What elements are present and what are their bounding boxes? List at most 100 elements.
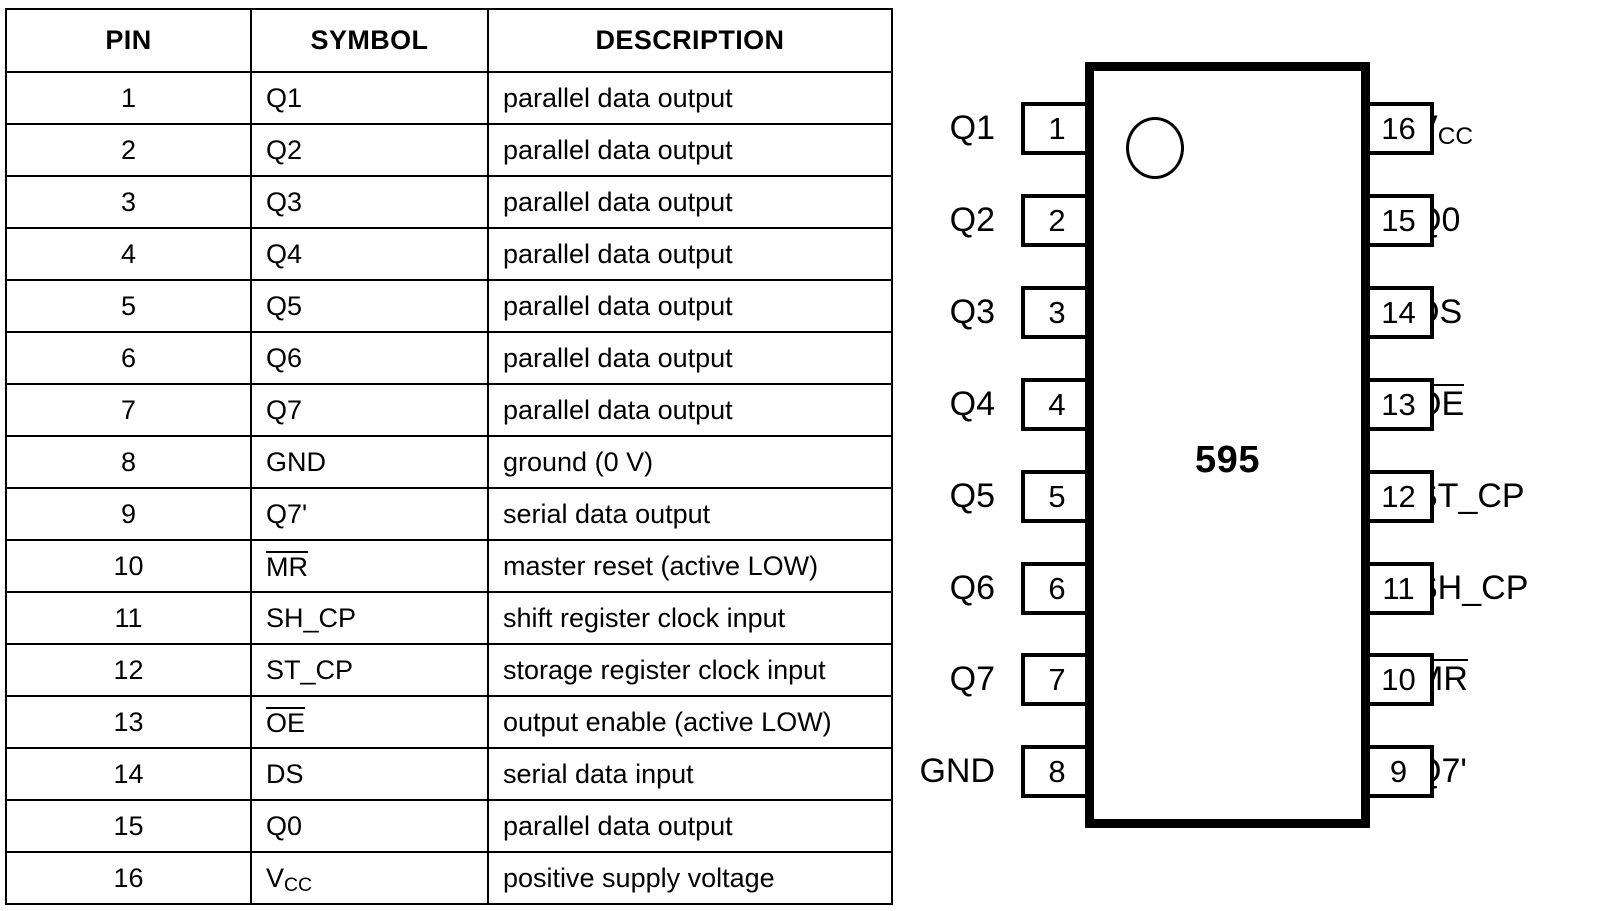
cell-pin-symbol: VCC	[250, 851, 489, 905]
cell-pin-description: parallel data output	[487, 383, 893, 437]
pin-label-2: Q2	[950, 194, 995, 247]
table-body: 1 Q1 parallel data output 2 Q2 parallel data …	[5, 71, 893, 905]
cell-pin-number: 12	[5, 643, 252, 697]
dot-notch-icon	[1126, 117, 1184, 179]
cell-pin-number: 3	[5, 175, 252, 229]
pin-label-6: Q6	[950, 562, 995, 615]
symbol-subscript: CC	[284, 874, 313, 897]
symbol-text: Q7'	[266, 498, 308, 529]
cell-pin-symbol: Q1	[250, 71, 489, 125]
pin-box-12: 12	[1366, 469, 1434, 523]
pin-box-14: 14	[1366, 285, 1434, 339]
cell-pin-symbol: DS	[250, 747, 489, 801]
cell-pin-symbol: ST_CP	[250, 643, 489, 697]
symbol-text: Q5	[949, 476, 995, 515]
cell-pin-description: parallel data output	[487, 71, 893, 125]
symbol-text: Q6	[266, 342, 303, 373]
column-header-pin: PIN	[5, 8, 252, 73]
pin-box-8: 8	[1021, 745, 1089, 799]
pin-label-1: Q1	[950, 102, 995, 155]
pin-label-4: Q4	[950, 378, 995, 431]
pin-box-15: 15	[1366, 193, 1434, 247]
cell-pin-description: master reset (active LOW)	[487, 539, 893, 593]
cell-pin-symbol: SH_CP	[250, 591, 489, 645]
cell-pin-description: serial data output	[487, 487, 893, 541]
cell-pin-number: 15	[5, 799, 252, 853]
table-row: 5 Q5 parallel data output	[5, 279, 893, 333]
cell-pin-symbol: Q6	[250, 331, 489, 385]
cell-pin-description: output enable (active LOW)	[487, 695, 893, 749]
symbol-text: Q0	[266, 810, 303, 841]
chip-body: 595	[1085, 62, 1370, 828]
cell-pin-symbol: Q2	[250, 123, 489, 177]
table-row: 12 ST_CP storage register clock input	[5, 643, 893, 697]
pin-box-3: 3	[1021, 285, 1089, 339]
pin-box-16: 16	[1366, 102, 1434, 155]
table-row: 9 Q7' serial data output	[5, 487, 893, 541]
column-header-symbol: SYMBOL	[250, 8, 489, 73]
cell-pin-symbol: Q3	[250, 175, 489, 229]
pin-label-3: Q3	[950, 286, 995, 339]
pin-label-5: Q5	[950, 470, 995, 523]
pin-label-7: Q7	[950, 653, 995, 706]
pin-box-11: 11	[1366, 561, 1434, 615]
pin-box-6: 6	[1021, 561, 1089, 615]
symbol-text: GND	[919, 752, 995, 791]
cell-pin-number: 1	[5, 71, 252, 125]
table-row: 1 Q1 parallel data output	[5, 71, 893, 125]
table-row: 14 DS serial data input	[5, 747, 893, 801]
symbol-text: Q7	[266, 394, 303, 425]
ic-pinout-diagram: 595 1Q12Q23Q34Q45Q56Q67Q78GND 16VCC15Q01…	[900, 0, 1600, 911]
cell-pin-symbol: Q0	[250, 799, 489, 853]
symbol-subscript: CC	[1437, 123, 1474, 151]
cell-pin-description: storage register clock input	[487, 643, 893, 697]
cell-pin-description: parallel data output	[487, 227, 893, 281]
cell-pin-number: 9	[5, 487, 252, 541]
cell-pin-number: 11	[5, 591, 252, 645]
cell-pin-number: 16	[5, 851, 252, 905]
table-row: 16 VCC positive supply voltage	[5, 851, 893, 905]
cell-pin-description: parallel data output	[487, 799, 893, 853]
cell-pin-description: positive supply voltage	[487, 851, 893, 905]
symbol-text: DS	[266, 758, 304, 789]
cell-pin-number: 2	[5, 123, 252, 177]
table-header: PIN SYMBOL DESCRIPTION	[5, 8, 893, 73]
cell-pin-number: 8	[5, 435, 252, 489]
table-row: 6 Q6 parallel data output	[5, 331, 893, 385]
symbol-text: SH_CP	[266, 602, 357, 633]
symbol-text: Q3	[949, 292, 995, 331]
cell-pin-symbol: Q7	[250, 383, 489, 437]
table-row: 10 MR master reset (active LOW)	[5, 539, 893, 593]
pin-box-1: 1	[1021, 102, 1089, 155]
symbol-text: GND	[266, 446, 326, 477]
cell-pin-symbol: Q4	[250, 227, 489, 281]
pin-box-9: 9	[1366, 745, 1434, 799]
symbol-text: Q4	[949, 384, 995, 423]
cell-pin-description: parallel data output	[487, 123, 893, 177]
cell-pin-symbol: Q7'	[250, 487, 489, 541]
symbol-text: Q2	[949, 200, 995, 239]
pin-box-13: 13	[1366, 377, 1434, 431]
cell-pin-number: 7	[5, 383, 252, 437]
table-row: 3 Q3 parallel data output	[5, 175, 893, 229]
table-row: 7 Q7 parallel data output	[5, 383, 893, 437]
pin-box-7: 7	[1021, 653, 1089, 707]
symbol-overbar-text: MR	[266, 550, 308, 582]
symbol-text: Q1	[266, 82, 303, 113]
cell-pin-symbol: GND	[250, 435, 489, 489]
symbol-text: Q5	[266, 290, 303, 321]
pinout-datasheet-page: PIN SYMBOL DESCRIPTION 1 Q1 parallel data …	[0, 0, 1600, 911]
symbol-text: Q7	[949, 660, 995, 699]
cell-pin-description: shift register clock input	[487, 591, 893, 645]
cell-pin-number: 6	[5, 331, 252, 385]
cell-pin-description: parallel data output	[487, 279, 893, 333]
cell-pin-number: 13	[5, 695, 252, 749]
chip-part-label: 595	[1195, 439, 1260, 481]
table-header-row: PIN SYMBOL DESCRIPTION	[5, 8, 893, 73]
pin-label-8: GND	[919, 745, 995, 798]
cell-pin-symbol: MR	[250, 539, 489, 593]
pin-box-10: 10	[1366, 653, 1434, 707]
symbol-text: Q1	[949, 109, 995, 147]
table-row: 15 Q0 parallel data output	[5, 799, 893, 853]
cell-pin-description: ground (0 V)	[487, 435, 893, 489]
